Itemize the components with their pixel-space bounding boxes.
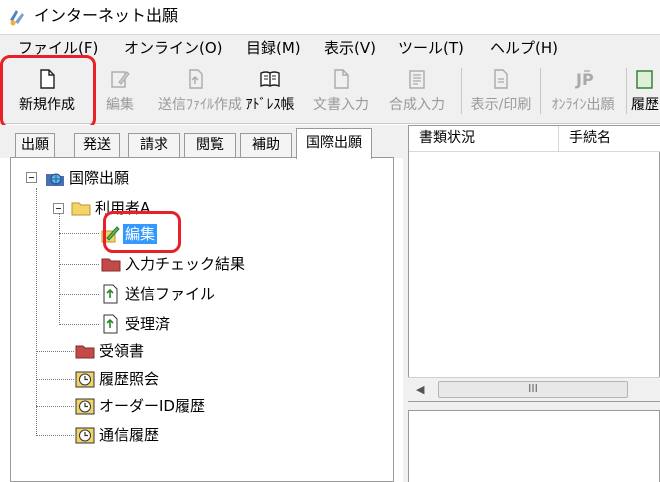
- menu-help[interactable]: ヘルプ(H): [490, 38, 558, 58]
- tree-node-root[interactable]: 国際出願: [45, 167, 245, 189]
- red-folder-icon: [101, 254, 121, 274]
- address-book-icon: [259, 68, 281, 90]
- new-button-highlight: [0, 55, 96, 129]
- accepted-file-icon: [101, 314, 121, 334]
- send-file-icon: [185, 68, 207, 90]
- history-icon: [634, 68, 656, 90]
- display-print-button[interactable]: 表示/印刷: [466, 62, 536, 120]
- clock-icon: [75, 396, 95, 416]
- tree-connector: [59, 213, 60, 325]
- tab-browse[interactable]: 閲覧: [184, 133, 236, 158]
- tab-auxiliary[interactable]: 補助: [240, 133, 292, 158]
- menu-bar: ファイル(F) オンライン(O) 目録(M) 表示(V) ツール(T) ヘルプ(…: [0, 34, 660, 60]
- clock-icon: [75, 425, 95, 445]
- print-preview-icon: [490, 68, 512, 90]
- tree-node-receipt[interactable]: 受領書: [75, 340, 275, 362]
- tree-connector: [36, 351, 74, 352]
- tab-international[interactable]: 国際出願: [296, 128, 372, 159]
- online-apply-button[interactable]: JP ｵﾝﾗｲﾝ出願: [544, 62, 622, 120]
- online-apply-icon: JP: [572, 68, 594, 90]
- window-title: インターネット出願: [34, 6, 178, 26]
- horizontal-scrollbar[interactable]: ◀ III: [408, 377, 660, 401]
- tree-node-history-query[interactable]: 履歴照会: [75, 368, 275, 390]
- menu-catalog[interactable]: 目録(M): [246, 38, 301, 58]
- tab-dispatch[interactable]: 発送: [74, 133, 120, 158]
- tree-node-comm-history[interactable]: 通信履歴: [75, 424, 275, 446]
- tree-node-send-file[interactable]: 送信ファイル: [101, 283, 301, 305]
- folder-icon: [71, 198, 91, 218]
- send-file-create-button[interactable]: 送信ﾌｧｲﾙ作成: [158, 62, 234, 120]
- tree-connector: [36, 379, 74, 380]
- tree-node-order-id-history[interactable]: オーダーID履歴: [75, 395, 275, 417]
- app-icon: [7, 7, 27, 27]
- detail-pane: [408, 410, 660, 482]
- scroll-thumb[interactable]: III: [438, 381, 628, 398]
- send-file-icon: [101, 284, 121, 304]
- tab-request[interactable]: 請求: [128, 133, 180, 158]
- tab-application[interactable]: 出願: [15, 133, 55, 158]
- menu-online[interactable]: オンライン(O): [124, 38, 223, 58]
- tree-node-input-check[interactable]: 入力チェック結果: [101, 253, 301, 275]
- right-panel: 書類状況 手続名 ◀ III: [403, 125, 660, 482]
- tree-connector: [59, 294, 99, 295]
- tree-connector: [59, 233, 99, 234]
- tab-strip: 出願 発送 請求 閲覧 補助 国際出願: [0, 125, 403, 158]
- edit-node-highlight: [103, 211, 181, 253]
- history-button[interactable]: 履歴: [630, 62, 660, 120]
- document-icon: [330, 68, 352, 90]
- tree-connector: [36, 435, 74, 436]
- menu-view[interactable]: 表示(V): [324, 38, 376, 58]
- compose-input-button[interactable]: 合成入力: [380, 62, 454, 120]
- address-book-button[interactable]: ｱﾄﾞﾚｽ帳: [238, 62, 302, 120]
- scroll-left-icon[interactable]: ◀: [416, 383, 424, 396]
- clock-icon: [75, 369, 95, 389]
- tree-connector: [36, 188, 37, 436]
- tree-panel: 国際出願 利用者A 編集 入力チェック結果 送信ファイル: [10, 157, 394, 482]
- tree-connector: [59, 264, 99, 265]
- toolbar-separator: [461, 68, 462, 114]
- doc-input-button[interactable]: 文書入力: [304, 62, 378, 120]
- toolbar-separator: [540, 68, 541, 114]
- compose-icon: [406, 68, 428, 90]
- document-list[interactable]: 書類状況 手続名: [408, 125, 660, 402]
- edit-icon: [109, 68, 131, 90]
- toolbar-separator: [626, 68, 627, 114]
- column-header-status[interactable]: 書類状況: [409, 126, 559, 152]
- tree-connector: [36, 406, 74, 407]
- tree-expander-root[interactable]: [26, 172, 37, 183]
- red-folder-icon: [75, 341, 95, 361]
- title-bar: インターネット出願: [0, 0, 660, 34]
- toolbar: 新規作成 編集 送信ﾌｧｲﾙ作成 ｱﾄﾞﾚｽ帳 文書入力: [0, 60, 660, 124]
- column-header-procedure[interactable]: 手続名: [559, 126, 660, 152]
- tree-connector: [59, 324, 99, 325]
- edit-button[interactable]: 編集: [90, 62, 150, 120]
- tree-expander-user[interactable]: [53, 203, 64, 214]
- tree-node-accepted[interactable]: 受理済: [101, 313, 301, 335]
- menu-tools[interactable]: ツール(T): [398, 38, 464, 58]
- globe-folder-icon: [45, 168, 65, 188]
- svg-text:JP: JP: [575, 70, 594, 89]
